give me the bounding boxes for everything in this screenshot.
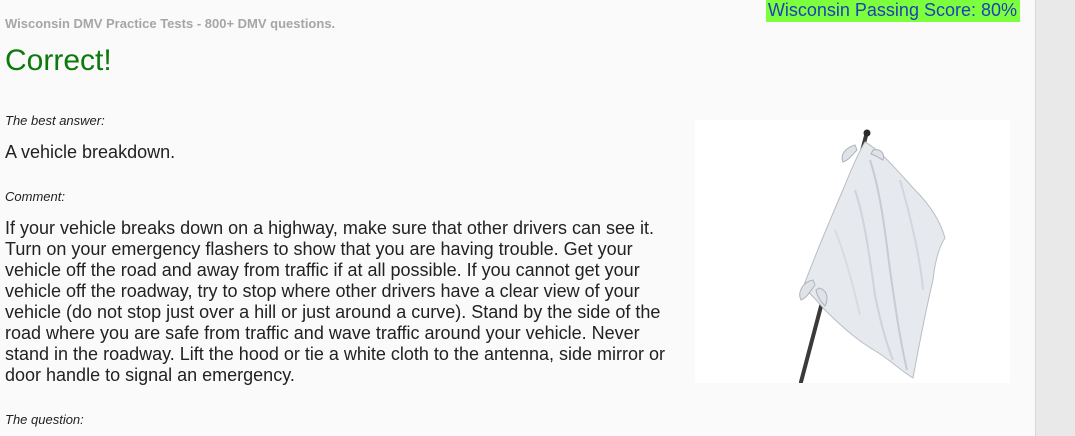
white-flag-image bbox=[695, 120, 1010, 384]
question-label: The question: bbox=[5, 412, 84, 427]
page: Wisconsin DMV Practice Tests - 800+ DMV … bbox=[0, 0, 1075, 436]
best-answer-text: A vehicle breakdown. bbox=[5, 142, 176, 162]
best-answer-label: The best answer: bbox=[5, 113, 105, 128]
site-title: Wisconsin DMV Practice Tests - 800+ DMV … bbox=[5, 16, 336, 31]
result-title: Correct! bbox=[5, 44, 112, 77]
passing-score-badge: Wisconsin Passing Score: 80% bbox=[766, 0, 1020, 22]
vertical-scrollbar[interactable] bbox=[1035, 0, 1075, 436]
comment-label: Comment: bbox=[5, 189, 65, 204]
main-content: Wisconsin DMV Practice Tests - 800+ DMV … bbox=[0, 0, 1035, 436]
white-flag-icon bbox=[799, 129, 946, 384]
comment-text: If your vehicle breaks down on a highway… bbox=[5, 218, 666, 385]
